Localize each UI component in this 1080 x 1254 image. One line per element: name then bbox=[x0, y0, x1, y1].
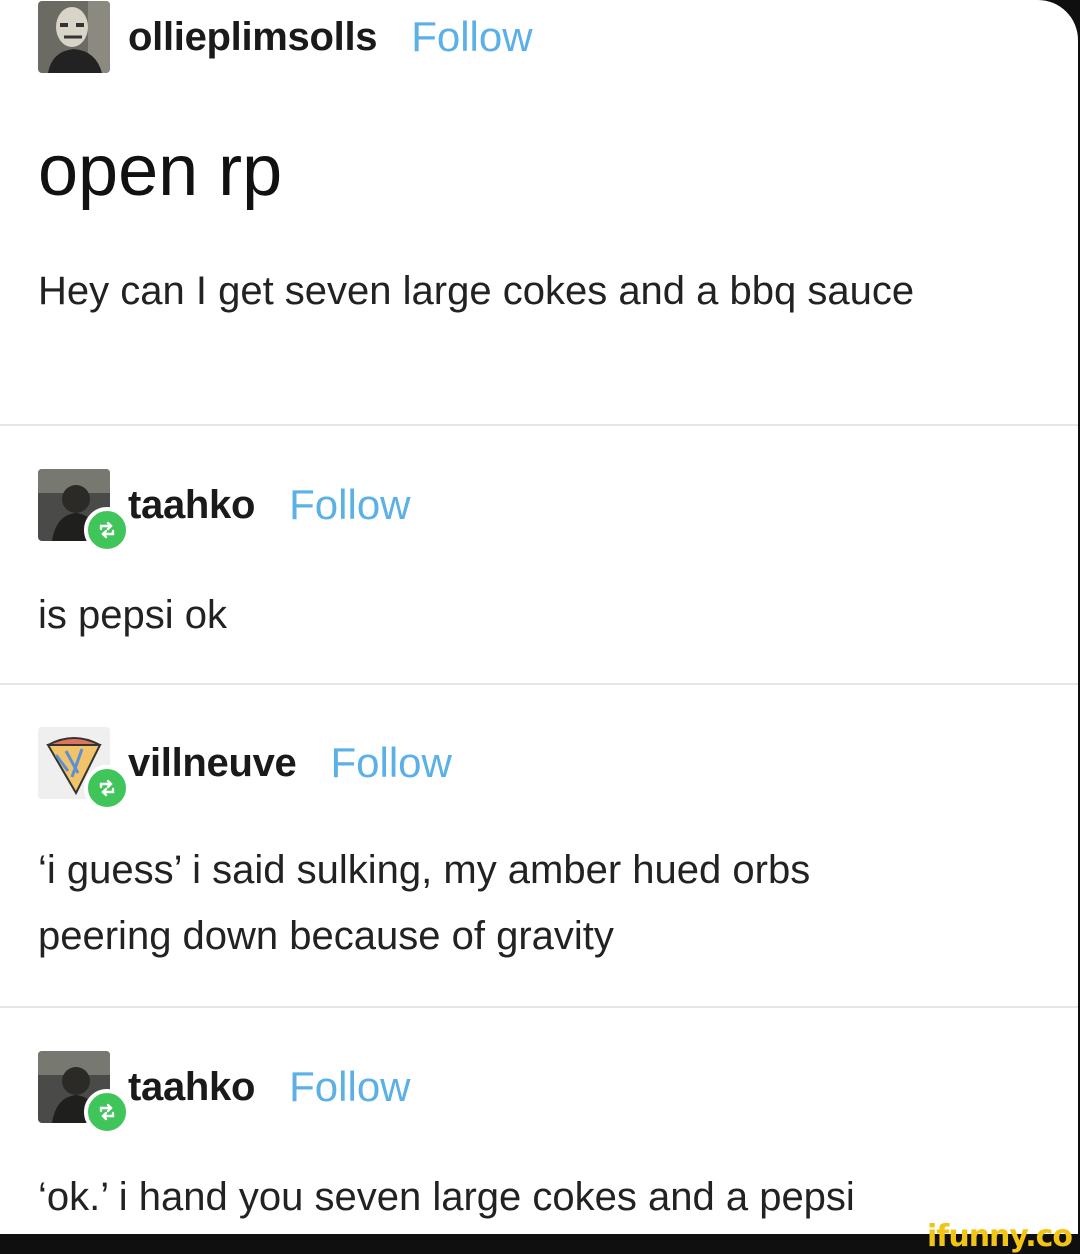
post-header: ollieplimsolls Follow bbox=[38, 0, 533, 74]
masked-face-avatar[interactable] bbox=[38, 1, 110, 73]
reblog-icon bbox=[84, 507, 130, 553]
post-header: taahko Follow bbox=[38, 1050, 411, 1135]
post-body: Hey can I get seven large cokes and a bb… bbox=[38, 269, 915, 313]
post-thread-card: ollieplimsolls Follow open rp Hey can I … bbox=[0, 0, 1078, 1234]
post-header: villneuve Follow bbox=[38, 726, 452, 811]
ice-cream-cone-avatar[interactable] bbox=[38, 727, 130, 811]
follow-button[interactable]: Follow bbox=[289, 481, 410, 529]
reblog-post: taahko Follow is pepsi ok bbox=[0, 426, 1078, 684]
post-username[interactable]: taahko bbox=[128, 483, 255, 528]
ifunny-watermark: ifunny.co bbox=[927, 1219, 1073, 1254]
post-body: is pepsi ok bbox=[38, 593, 227, 637]
reblog-post: villneuve Follow ‘i guess’ i said sulkin… bbox=[0, 685, 1078, 1007]
post-username[interactable]: taahko bbox=[128, 1065, 255, 1110]
post-body-line-2: peering down because of gravity bbox=[38, 914, 614, 958]
reblog-post: taahko Follow ‘ok.’ i hand you seven lar… bbox=[0, 1008, 1078, 1234]
person-photo-avatar[interactable] bbox=[38, 1051, 130, 1135]
original-post: ollieplimsolls Follow open rp Hey can I … bbox=[0, 0, 1078, 425]
person-photo-avatar[interactable] bbox=[38, 469, 130, 553]
post-body: ‘ok.’ i hand you seven large cokes and a… bbox=[38, 1175, 855, 1219]
post-username[interactable]: ollieplimsolls bbox=[128, 15, 378, 60]
post-header: taahko Follow bbox=[38, 468, 411, 553]
post-username[interactable]: villneuve bbox=[128, 741, 297, 786]
follow-button[interactable]: Follow bbox=[411, 13, 532, 61]
follow-button[interactable]: Follow bbox=[331, 739, 452, 787]
post-title: open rp bbox=[38, 131, 283, 211]
follow-button[interactable]: Follow bbox=[289, 1063, 410, 1111]
post-body-line-1: ‘i guess’ i said sulking, my amber hued … bbox=[38, 848, 811, 892]
reblog-icon bbox=[84, 765, 130, 811]
reblog-icon bbox=[84, 1089, 130, 1135]
